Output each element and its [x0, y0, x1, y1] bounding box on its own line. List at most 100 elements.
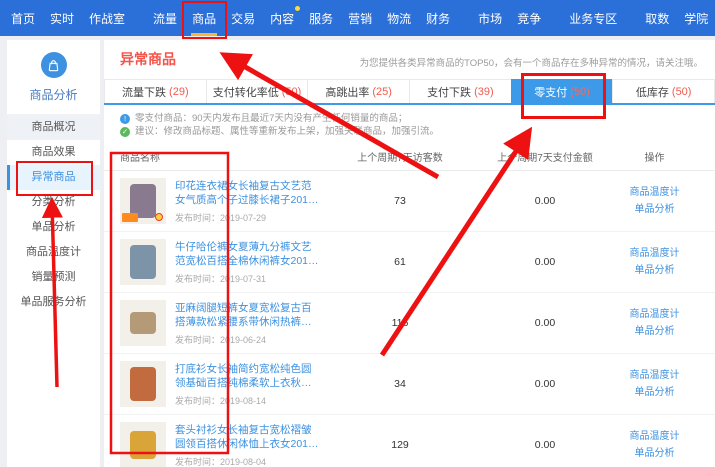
table-row: 打底衫女长袖简约宽松纯色圆领基础百搭纯棉柔软上衣秋装女2019新款 发布时间：2…: [104, 354, 715, 415]
visitors-value: 116: [320, 317, 480, 329]
action-link-thermometer[interactable]: 商品温度计: [610, 184, 699, 201]
nav-item-trade[interactable]: 交易: [230, 8, 256, 29]
nav-item-marketing[interactable]: 营销: [347, 8, 373, 29]
action-link-thermometer[interactable]: 商品温度计: [610, 367, 699, 384]
publish-date-prefix: 发布时间：: [175, 274, 220, 284]
tab-low-conversion[interactable]: 支付转化率低 (50): [206, 79, 308, 103]
main-panel: 异常商品 为您提供各类异常商品的TOP50，会有一个商品存在多种异常的情况，请关…: [104, 40, 715, 467]
nav-item-competition[interactable]: 竞争: [516, 8, 542, 29]
publish-date-prefix: 发布时间：: [175, 457, 220, 467]
promo-sticker-icon: [155, 213, 163, 221]
product-cell: 打底衫女长袖简约宽松纯色圆领基础百搭纯棉柔软上衣秋装女2019新款 发布时间：2…: [120, 361, 320, 407]
actions-cell: 商品温度计 单品分析: [610, 245, 699, 279]
nav-item-warroom[interactable]: 作战室: [88, 8, 126, 29]
tab-label: 低库存: [636, 84, 669, 100]
column-header-payment-amount: 上个周期7天支付金额: [480, 149, 610, 164]
sidebar-item-goods-overview[interactable]: 商品概况: [7, 115, 100, 140]
publish-date-value: 2019-07-29: [220, 213, 266, 223]
sidebar-item-abnormal-goods[interactable]: 异常商品: [7, 165, 100, 190]
publish-date-prefix: 发布时间：: [175, 396, 220, 406]
tab-zero-payment[interactable]: 零支付 (50): [511, 79, 613, 103]
nav-item-realtime[interactable]: 实时: [49, 8, 75, 29]
product-info: 牛仔哈伦裤女夏薄九分裤文艺范宽松百搭全棉休闲裤女2019秋装新款 发布时间：20…: [175, 240, 320, 285]
table-row: 套头衬衫女长袖复古宽松褶皱圆领百搭休闲体恤上衣女2019秋装新款 发布时间：20…: [104, 415, 715, 467]
tab-traffic-drop[interactable]: 流量下跌 (29): [104, 79, 206, 103]
sidebar-menu: 商品概况 商品效果 异常商品 分类分析 单品分析 商品温度计 销量预测 单品服务…: [7, 114, 100, 315]
nav-item-business-zone[interactable]: 业务专区: [568, 8, 618, 29]
page-header: 异常商品 为您提供各类异常商品的TOP50，会有一个商品存在多种异常的情况，请关…: [104, 40, 715, 79]
sidebar-item-goods-thermometer[interactable]: 商品温度计: [7, 240, 100, 265]
amount-value: 0.00: [480, 317, 610, 329]
product-title-link[interactable]: 印花连衣裙女长袖复古文艺范女气质高个子过膝长裙子2019秋装新款: [175, 179, 320, 207]
product-info: 套头衬衫女长袖复古宽松褶皱圆领百搭休闲体恤上衣女2019秋装新款 发布时间：20…: [175, 423, 320, 467]
tab-count: (39): [474, 86, 494, 98]
garment-shape: [130, 312, 156, 334]
product-image[interactable]: [120, 178, 166, 224]
product-image[interactable]: [120, 300, 166, 346]
action-link-item-analysis[interactable]: 单品分析: [610, 201, 699, 218]
nav-item-traffic[interactable]: 流量: [152, 8, 178, 29]
column-header-product-name: 商品名称: [120, 149, 320, 164]
publish-date-value: 2019-08-04: [220, 457, 266, 467]
notification-dot-icon: [295, 6, 300, 11]
tab-high-bounce[interactable]: 高跳出率 (25): [307, 79, 409, 103]
top-nav: 首页 实时 作战室 流量 商品 交易 内容 服务 营销 物流 财务 市场 竞争 …: [0, 0, 715, 36]
product-title-link[interactable]: 套头衬衫女长袖复古宽松褶皱圆领百搭休闲体恤上衣女2019秋装新款: [175, 423, 320, 451]
publish-date-value: 2019-08-14: [220, 396, 266, 406]
promo-badge: [122, 213, 138, 222]
sidebar-item-sales-forecast[interactable]: 销量预测: [7, 265, 100, 290]
product-cell: 印花连衣裙女长袖复古文艺范女气质高个子过膝长裙子2019秋装新款 发布时间：20…: [120, 178, 320, 224]
action-link-thermometer[interactable]: 商品温度计: [610, 428, 699, 445]
product-title-link[interactable]: 打底衫女长袖简约宽松纯色圆领基础百搭纯棉柔软上衣秋装女2019新款: [175, 362, 320, 390]
nav-item-content[interactable]: 内容: [269, 8, 295, 29]
tab-payment-drop[interactable]: 支付下跌 (39): [409, 79, 511, 103]
garment-shape: [130, 431, 156, 459]
annotation-box-nav-goods: [182, 1, 227, 39]
nav-item-finance[interactable]: 财务: [425, 8, 451, 29]
nav-item-goods[interactable]: 商品: [191, 8, 217, 29]
tab-label: 支付转化率低: [213, 84, 279, 100]
action-link-item-analysis[interactable]: 单品分析: [610, 323, 699, 340]
nav-item-service[interactable]: 服务: [308, 8, 334, 29]
publish-date-value: 2019-07-31: [220, 274, 266, 284]
sidebar-item-single-item-analysis[interactable]: 单品分析: [7, 215, 100, 240]
publish-date: 发布时间：2019-07-29: [175, 211, 320, 224]
action-link-item-analysis[interactable]: 单品分析: [610, 445, 699, 462]
tab-label: 高跳出率: [325, 84, 369, 100]
nav-item-academy[interactable]: 学院: [683, 8, 709, 29]
tab-count: (50): [672, 86, 692, 98]
product-cell: 套头衬衫女长袖复古宽松褶皱圆领百搭休闲体恤上衣女2019秋装新款 发布时间：20…: [120, 422, 320, 467]
nav-item-market[interactable]: 市场: [477, 8, 503, 29]
product-info: 亚麻阔腿短裤女夏宽松复古百搭薄款松紧腰系带休闲热裤女2019夏装新 发布时间：2…: [175, 301, 320, 346]
action-link-thermometer[interactable]: 商品温度计: [610, 306, 699, 323]
nav-item-logistics[interactable]: 物流: [386, 8, 412, 29]
product-image[interactable]: [120, 422, 166, 467]
notice-block: ! 零支付商品：90天内发布且最近7天内没有产生任何销量的商品； ✓ 建议：修改…: [104, 105, 715, 138]
actions-cell: 商品温度计 单品分析: [610, 367, 699, 401]
product-cell: 亚麻阔腿短裤女夏宽松复古百搭薄款松紧腰系带休闲热裤女2019夏装新 发布时间：2…: [120, 300, 320, 346]
tab-count: (25): [372, 86, 392, 98]
product-title-link[interactable]: 牛仔哈伦裤女夏薄九分裤文艺范宽松百搭全棉休闲裤女2019秋装新款: [175, 240, 320, 268]
nav-item-home[interactable]: 首页: [10, 8, 36, 29]
amount-value: 0.00: [480, 195, 610, 207]
nav-item-data-fetch[interactable]: 取数: [644, 8, 670, 29]
sidebar-item-category-analysis[interactable]: 分类分析: [7, 190, 100, 215]
column-header-actions: 操作: [610, 149, 699, 164]
nav-item-content-label: 内容: [270, 12, 294, 26]
notice-line: ✓ 建议：修改商品标题、属性等重新发布上架，加强关联商品，加强引流。: [120, 125, 699, 138]
visitors-value: 61: [320, 256, 480, 268]
amount-value: 0.00: [480, 378, 610, 390]
table-row: 亚麻阔腿短裤女夏宽松复古百搭薄款松紧腰系带休闲热裤女2019夏装新 发布时间：2…: [104, 293, 715, 354]
table-row: 印花连衣裙女长袖复古文艺范女气质高个子过膝长裙子2019秋装新款 发布时间：20…: [104, 171, 715, 232]
action-link-item-analysis[interactable]: 单品分析: [610, 262, 699, 279]
tab-low-stock[interactable]: 低库存 (50): [612, 79, 715, 103]
product-title-link[interactable]: 亚麻阔腿短裤女夏宽松复古百搭薄款松紧腰系带休闲热裤女2019夏装新: [175, 301, 320, 329]
product-image[interactable]: [120, 239, 166, 285]
sidebar-item-item-service-analysis[interactable]: 单品服务分析: [7, 290, 100, 315]
tab-count: (50): [282, 86, 302, 98]
tab-label: 流量下跌: [122, 84, 166, 100]
sidebar-section-title: 商品分析: [7, 86, 100, 103]
product-image[interactable]: [120, 361, 166, 407]
action-link-thermometer[interactable]: 商品温度计: [610, 245, 699, 262]
action-link-item-analysis[interactable]: 单品分析: [610, 384, 699, 401]
